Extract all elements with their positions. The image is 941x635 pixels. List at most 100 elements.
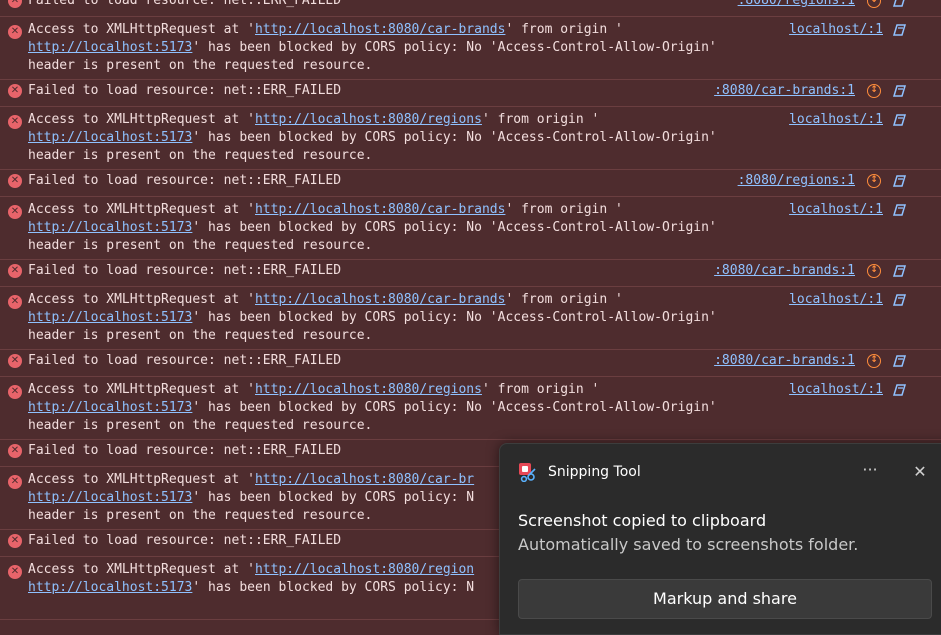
source-location-link[interactable]: :8080/regions:1 (738, 172, 855, 190)
console-message-text: Access to XMLHttpRequest at 'http://loca… (28, 111, 717, 165)
console-error-row-failed-load[interactable]: ✕ Failed to load resource: net::ERR_FAILE… (0, 82, 941, 107)
console-message-text: Access to XMLHttpRequest at 'http://loca… (28, 471, 474, 525)
error-circle-x-icon: ✕ (8, 205, 22, 219)
copilot-explain-icon[interactable] (891, 23, 908, 37)
close-notification-button[interactable]: ✕ (906, 460, 934, 484)
console-message-text: Failed to load resource: net::ERR_FAILED (28, 82, 341, 100)
text-segment: header is present on the requested resou… (28, 418, 373, 433)
text-segment: header is present on the requested resou… (28, 58, 373, 73)
text-segment: ' has been blocked by CORS policy: No 'A… (192, 400, 717, 415)
console-message-text: Access to XMLHttpRequest at 'http://loca… (28, 21, 717, 75)
network-request-icon[interactable]: ↕ (867, 0, 881, 8)
console-message-text: Access to XMLHttpRequest at 'http://loca… (28, 561, 474, 597)
error-circle-x-icon: ✕ (8, 25, 22, 39)
console-error-row-failed-load[interactable]: ✕ Failed to load resource: net::ERR_FAILE… (0, 0, 941, 17)
request-url-link[interactable]: http://localhost:8080/car-brands (255, 22, 505, 37)
console-message-text: Access to XMLHttpRequest at 'http://loca… (28, 291, 717, 345)
origin-url-link[interactable]: http://localhost:5173 (28, 580, 192, 595)
error-text: Failed to load resource: net::ERR_FAILED (28, 263, 342, 278)
text-segment: ' has been blocked by CORS policy: No 'A… (192, 130, 717, 145)
network-request-icon[interactable]: ↕ (867, 174, 881, 188)
error-text: Failed to load resource: net::ERR_FAILED (28, 533, 342, 548)
origin-url-link[interactable]: http://localhost:5173 (28, 130, 192, 145)
more-options-button[interactable]: ··· (856, 460, 884, 484)
request-url-link[interactable]: http://localhost:8080/regions (255, 112, 482, 127)
text-segment: ' from origin ' (505, 292, 623, 307)
error-text: Failed to load resource: net::ERR_FAILED (28, 83, 342, 98)
error-circle-x-icon: ✕ (8, 295, 22, 309)
source-location-link[interactable]: localhost/:1 (789, 111, 883, 129)
source-location-link[interactable]: localhost/:1 (789, 381, 883, 399)
origin-url-link[interactable]: http://localhost:5173 (28, 310, 192, 325)
text-segment: ' from origin ' (505, 202, 623, 217)
request-url-link[interactable]: http://localhost:8080/car-brands (255, 202, 505, 217)
snipping-tool-notification[interactable]: Snipping Tool ··· ✕ Screenshot copied to… (499, 443, 941, 635)
console-error-row-failed-load[interactable]: ✕ Failed to load resource: net::ERR_FAILE… (0, 352, 941, 377)
request-url-link[interactable]: http://localhost:8080/car-br (255, 472, 474, 487)
copilot-explain-icon[interactable] (891, 0, 908, 8)
source-location-link[interactable]: :8080/car-brands:1 (714, 352, 855, 370)
network-request-icon[interactable]: ↕ (867, 264, 881, 278)
origin-url-link[interactable]: http://localhost:5173 (28, 490, 192, 505)
request-url-link[interactable]: http://localhost:8080/regions (255, 382, 482, 397)
error-circle-x-icon: ✕ (8, 115, 22, 129)
snipping-tool-app-icon (519, 463, 536, 482)
error-circle-x-icon: ✕ (8, 444, 22, 458)
error-circle-x-icon: ✕ (8, 385, 22, 399)
toast-app-name: Snipping Tool (548, 464, 641, 480)
error-text: Failed to load resource: net::ERR_FAILED (28, 353, 342, 368)
copilot-explain-icon[interactable] (891, 354, 908, 368)
text-segment: header is present on the requested resou… (28, 508, 373, 523)
source-location-link[interactable]: :8080/regions:1 (738, 0, 855, 10)
network-request-icon[interactable]: ↕ (867, 84, 881, 98)
origin-url-link[interactable]: http://localhost:5173 (28, 400, 192, 415)
text-segment: Access to XMLHttpRequest at ' (28, 22, 255, 37)
request-url-link[interactable]: http://localhost:8080/region (255, 562, 474, 577)
copilot-explain-icon[interactable] (891, 293, 908, 307)
source-location-link[interactable]: localhost/:1 (789, 291, 883, 309)
console-error-row-cors[interactable]: ✕ Access to XMLHttpRequest at 'http://loc… (0, 288, 941, 350)
origin-url-link[interactable]: http://localhost:5173 (28, 40, 192, 55)
console-error-row-cors[interactable]: ✕ Access to XMLHttpRequest at 'http://loc… (0, 198, 941, 260)
console-message-text: Access to XMLHttpRequest at 'http://loca… (28, 201, 717, 255)
console-message-text: Failed to load resource: net::ERR_FAILED (28, 532, 341, 550)
source-location-link[interactable]: localhost/:1 (789, 21, 883, 39)
text-segment: Access to XMLHttpRequest at ' (28, 472, 255, 487)
copilot-explain-icon[interactable] (891, 203, 908, 217)
toast-body: Automatically saved to screenshots folde… (518, 535, 859, 554)
copilot-explain-icon[interactable] (891, 113, 908, 127)
text-segment: header is present on the requested resou… (28, 148, 373, 163)
text-segment: Access to XMLHttpRequest at ' (28, 562, 255, 577)
console-error-row-cors[interactable]: ✕ Access to XMLHttpRequest at 'http://loc… (0, 108, 941, 170)
text-segment: header is present on the requested resou… (28, 328, 373, 343)
copilot-explain-icon[interactable] (891, 264, 908, 278)
source-location-link[interactable]: :8080/car-brands:1 (714, 262, 855, 280)
error-text: Failed to load resource: net::ERR_FAILED (28, 0, 342, 8)
copilot-explain-icon[interactable] (891, 383, 908, 397)
source-location-link[interactable]: :8080/car-brands:1 (714, 82, 855, 100)
error-circle-x-icon: ✕ (8, 565, 22, 579)
text-segment: ' has been blocked by CORS policy: N (192, 490, 475, 505)
console-error-row-failed-load[interactable]: ✕ Failed to load resource: net::ERR_FAILE… (0, 172, 941, 197)
copilot-explain-icon[interactable] (891, 84, 908, 98)
text-segment: ' from origin ' (481, 382, 600, 397)
text-segment: ' has been blocked by CORS policy: No 'A… (192, 220, 717, 235)
markup-and-share-button[interactable]: Markup and share (518, 579, 932, 619)
network-request-icon[interactable]: ↕ (867, 354, 881, 368)
text-segment: ' has been blocked by CORS policy: No 'A… (192, 40, 717, 55)
error-circle-x-icon: ✕ (8, 354, 22, 368)
request-url-link[interactable]: http://localhost:8080/car-brands (255, 292, 505, 307)
source-location-link[interactable]: localhost/:1 (789, 201, 883, 219)
console-error-row-cors[interactable]: ✕ Access to XMLHttpRequest at 'http://loc… (0, 378, 941, 440)
text-segment: Access to XMLHttpRequest at ' (28, 202, 255, 217)
console-error-row-failed-load[interactable]: ✕ Failed to load resource: net::ERR_FAILE… (0, 262, 941, 287)
error-circle-x-icon: ✕ (8, 84, 22, 98)
copilot-explain-icon[interactable] (891, 174, 908, 188)
console-error-row-cors[interactable]: ✕ Access to XMLHttpRequest at 'http://loc… (0, 18, 941, 80)
origin-url-link[interactable]: http://localhost:5173 (28, 220, 192, 235)
error-circle-x-icon: ✕ (8, 475, 22, 489)
text-segment: header is present on the requested resou… (28, 238, 373, 253)
text-segment: ' from origin ' (481, 112, 600, 127)
error-text: Failed to load resource: net::ERR_FAILED (28, 443, 342, 458)
text-segment: ' has been blocked by CORS policy: No 'A… (192, 310, 717, 325)
